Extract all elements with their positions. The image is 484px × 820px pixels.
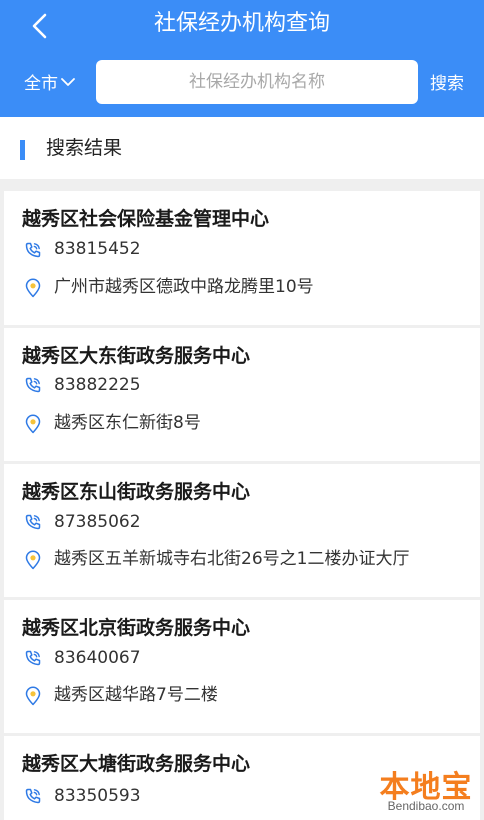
result-address: 越秀区五羊新城寺右北街26号之1二楼办证大厅 — [54, 549, 410, 569]
result-card[interactable]: 越秀区北京街政务服务中心 83640067 越秀区越华路7号二楼 — [4, 600, 480, 733]
phone-icon — [25, 514, 41, 530]
result-address: 广州市越秀区德政中路龙腾里10号 — [54, 277, 314, 297]
result-phone[interactable]: 83640067 — [54, 645, 141, 671]
phone-icon — [25, 650, 41, 666]
result-phone[interactable]: 87385062 — [54, 509, 141, 535]
results-section-header: 搜索结果 — [0, 117, 484, 179]
section-accent-bar — [20, 140, 25, 160]
bendibao-watermark: 本地宝 Bendibao.com — [372, 762, 480, 818]
phone-icon — [25, 377, 41, 393]
result-address: 越秀区越华路7号二楼 — [54, 685, 218, 705]
result-card[interactable]: 越秀区社会保险基金管理中心 83815452 广州市越秀区德政中路龙腾里10号 — [4, 191, 480, 325]
result-name: 越秀区东山街政务服务中心 — [22, 481, 251, 503]
result-name: 越秀区大东街政务服务中心 — [22, 345, 251, 367]
location-pin-icon — [25, 414, 41, 434]
result-phone[interactable]: 83882225 — [54, 372, 141, 398]
phone-icon — [25, 788, 41, 804]
result-name: 越秀区大塘街政务服务中心 — [22, 753, 251, 775]
section-title: 搜索结果 — [46, 137, 123, 159]
phone-icon — [25, 242, 41, 258]
watermark-site: Bendibao.com — [387, 799, 465, 813]
result-name: 越秀区社会保险基金管理中心 — [22, 208, 270, 230]
result-card[interactable]: 越秀区大东街政务服务中心 83882225 越秀区东仁新街8号 — [4, 328, 480, 461]
city-selector-label: 全市 — [24, 74, 58, 94]
location-pin-icon — [25, 278, 41, 298]
chevron-down-icon — [61, 77, 75, 86]
header-bar: 社保经办机构查询 全市 搜索 — [0, 0, 484, 117]
result-name: 越秀区北京街政务服务中心 — [22, 617, 251, 639]
search-input[interactable] — [96, 60, 418, 104]
result-phone[interactable]: 83350593 — [54, 783, 141, 809]
location-pin-icon — [25, 550, 41, 570]
result-phone[interactable]: 83815452 — [54, 236, 141, 262]
result-address: 越秀区东仁新街8号 — [54, 413, 201, 433]
result-card[interactable]: 越秀区东山街政务服务中心 87385062 越秀区五羊新城寺右北街26号之1二楼… — [4, 464, 480, 597]
location-pin-icon — [25, 686, 41, 706]
page-title: 社保经办机构查询 — [153, 11, 330, 36]
city-selector[interactable]: 全市 — [24, 69, 75, 94]
search-button[interactable]: 搜索 — [430, 69, 464, 94]
